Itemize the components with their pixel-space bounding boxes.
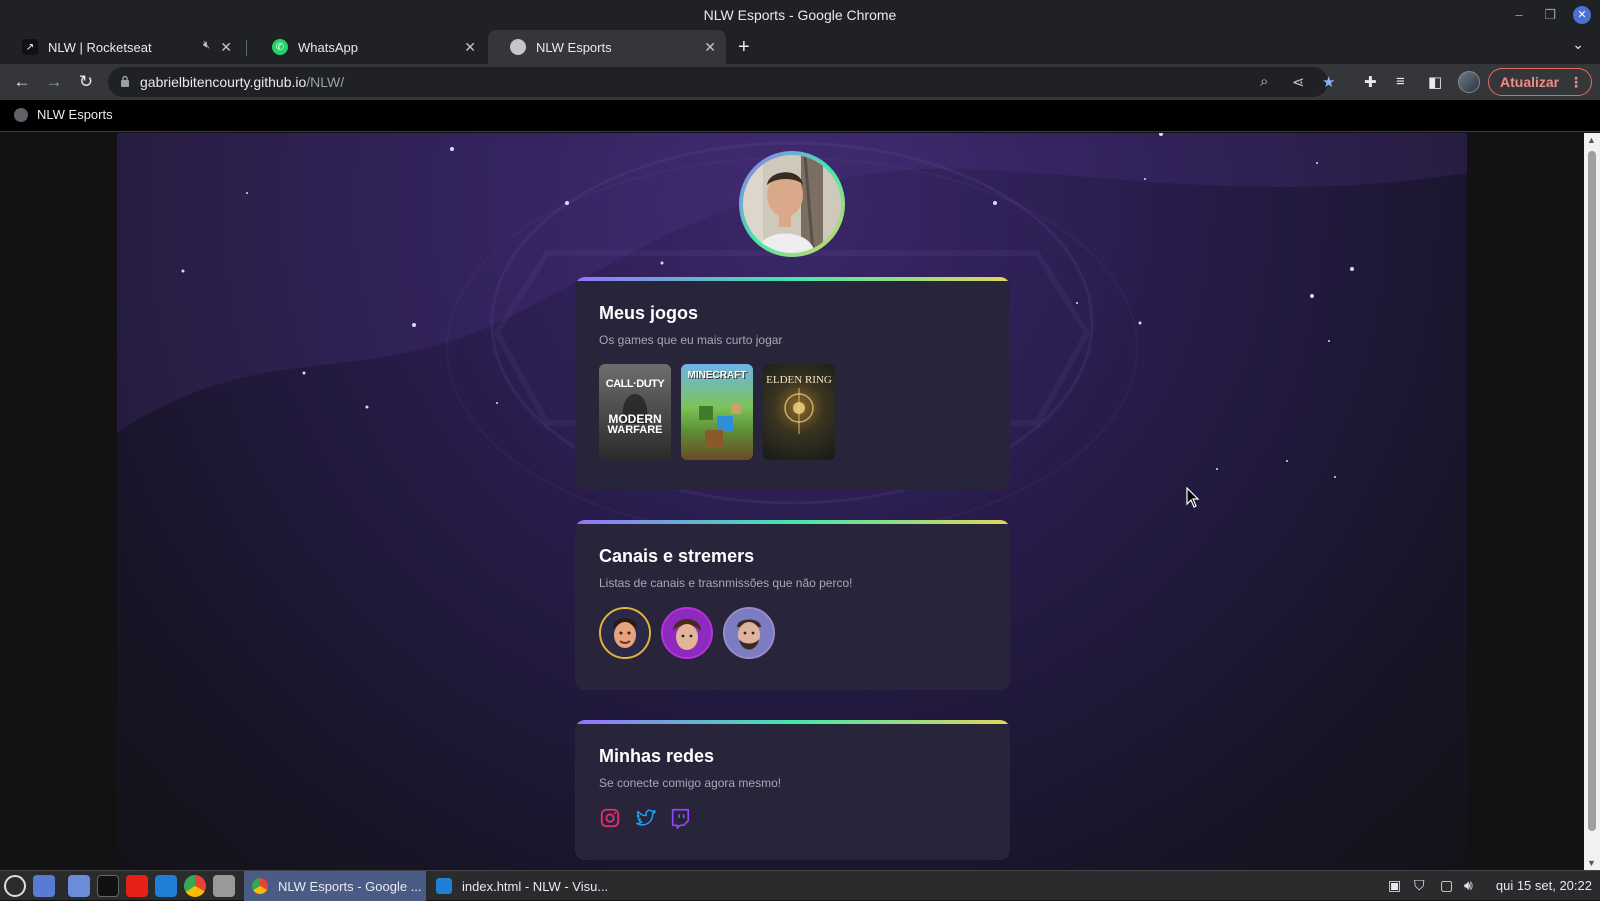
bookmark-nlw-esports[interactable]: NLW Esports: [14, 107, 113, 122]
close-window-icon[interactable]: ✕: [1573, 6, 1591, 24]
tab-whatsapp[interactable]: ✆ WhatsApp ✕: [250, 30, 486, 64]
menu-dots-icon[interactable]: ⋮: [1569, 69, 1583, 95]
elden-ring-glow-art: [784, 388, 814, 434]
network-icon[interactable]: ▢: [1440, 877, 1453, 894]
address-bar[interactable]: gabrielbitencourty.github.io/NLW/ ⌕ ⋖ ★: [108, 67, 1335, 97]
speaker-muted-icon[interactable]: 🔇︎: [203, 39, 210, 52]
window-title: NLW Esports - Google Chrome: [703, 7, 897, 23]
streamer-avatar-1[interactable]: [599, 607, 651, 659]
taskbar-window-vscode[interactable]: index.html - NLW - Visu...: [428, 871, 618, 901]
window-title-bar: NLW Esports - Google Chrome – ❐ ✕: [0, 0, 1600, 30]
side-panel-icon[interactable]: ◧: [1428, 73, 1442, 91]
menu-launcher-icon[interactable]: [4, 875, 26, 897]
close-tab-icon[interactable]: ✕: [220, 39, 232, 56]
file-manager-icon[interactable]: [68, 875, 90, 897]
socials-card-subtitle: Se conecte comigo agora mesmo!: [599, 776, 782, 790]
show-desktop-icon[interactable]: [33, 875, 55, 897]
url-text[interactable]: gabrielbitencourty.github.io/NLW/: [140, 74, 344, 90]
page-scrollbar[interactable]: ▲ ▼: [1584, 133, 1600, 870]
minimize-icon[interactable]: –: [1510, 6, 1528, 24]
forward-arrow-icon[interactable]: →: [44, 72, 64, 92]
bookmarks-bar: NLW Esports: [0, 100, 1600, 132]
game-cover-minecraft[interactable]: MINECRAFT: [681, 364, 753, 460]
streamers-card-title: Canais e stremers: [599, 546, 755, 566]
clock[interactable]: qui 15 set, 20:22: [1496, 878, 1592, 893]
globe-favicon-icon: [510, 39, 526, 55]
clipboard-icon[interactable]: ▣: [1388, 877, 1401, 894]
games-card: Meus jogos Os games que eu mais curto jo…: [575, 277, 1010, 490]
youtube-icon[interactable]: [126, 875, 148, 897]
volume-icon[interactable]: 🔊︎: [1464, 877, 1473, 894]
tab-label: NLW | Rocketseat: [48, 39, 152, 55]
socials-card-title: Minhas redes: [599, 746, 715, 766]
games-card-subtitle: Os games que eu mais curto jogar: [599, 333, 783, 347]
chrome-icon: [252, 878, 268, 894]
twitch-icon[interactable]: [669, 807, 691, 829]
tab-strip: ↗ NLW | Rocketseat 🔇︎ ✕ ✆ WhatsApp ✕ NLW…: [0, 30, 1600, 64]
tab-nlw-esports[interactable]: NLW Esports ✕: [488, 30, 726, 64]
streamers-card-subtitle: Listas de canais e trasnmissões que não …: [599, 576, 853, 590]
browser-toolbar: ← → ↻ gabrielbitencourty.github.io/NLW/ …: [0, 64, 1600, 100]
mouse-cursor-icon: [1186, 487, 1200, 508]
tab-separator: [246, 40, 247, 56]
vscode-icon: [436, 878, 452, 894]
streamer-avatar-3[interactable]: [723, 607, 775, 659]
globe-icon: [14, 107, 28, 122]
trash-icon[interactable]: [213, 875, 235, 897]
tab-rocketseat[interactable]: ↗ NLW | Rocketseat 🔇︎ ✕: [0, 30, 242, 64]
games-card-title: Meus jogos: [599, 303, 699, 323]
profile-avatar[interactable]: [1458, 71, 1480, 93]
new-tab-plus-icon[interactable]: +: [738, 36, 750, 59]
media-queue-icon[interactable]: ≡: [1396, 73, 1405, 90]
close-tab-icon[interactable]: ✕: [464, 39, 476, 56]
game-cover-call-of-duty[interactable]: CALL·DUTY MODERN WARFARE: [599, 364, 671, 460]
shield-icon[interactable]: ⛉: [1414, 877, 1425, 894]
back-arrow-icon[interactable]: ←: [12, 72, 32, 92]
terminal-icon[interactable]: [97, 875, 119, 897]
share-icon[interactable]: ⋖: [1292, 73, 1305, 91]
twitter-icon[interactable]: [635, 807, 657, 829]
streamer-avatar-2[interactable]: [661, 607, 713, 659]
game-cover-elden-ring[interactable]: ELDEN RING: [763, 364, 835, 460]
os-taskbar: NLW Esports - Google ... index.html - NL…: [0, 870, 1600, 901]
zoom-icon[interactable]: ⌕: [1260, 73, 1268, 90]
streamers-card: Canais e stremers Listas de canais e tra…: [575, 520, 1010, 690]
scroll-down-arrow-icon[interactable]: ▼: [1587, 858, 1596, 868]
reload-icon[interactable]: ↻: [76, 72, 96, 92]
tab-label: NLW Esports: [536, 39, 612, 55]
scroll-up-arrow-icon[interactable]: ▲: [1587, 135, 1596, 145]
profile-photo: [739, 151, 845, 257]
maximize-icon[interactable]: ❐: [1541, 6, 1559, 24]
rocketseat-favicon-icon: ↗: [22, 39, 38, 55]
tab-search-chevron-icon[interactable]: ⌄: [1572, 36, 1584, 53]
socials-card: Minhas redes Se conecte comigo agora mes…: [575, 720, 1010, 860]
chrome-icon[interactable]: [184, 875, 206, 897]
scrollbar-thumb[interactable]: [1588, 151, 1596, 831]
close-tab-icon[interactable]: ✕: [704, 39, 716, 56]
instagram-icon[interactable]: [599, 807, 621, 829]
profile-photo-image: [743, 155, 841, 253]
extensions-puzzle-icon[interactable]: ✚: [1364, 73, 1377, 91]
lock-icon: [121, 75, 129, 87]
update-chrome-button[interactable]: Atualizar ⋮: [1488, 68, 1592, 96]
vscode-icon[interactable]: [155, 875, 177, 897]
tab-label: WhatsApp: [298, 39, 358, 55]
minecraft-blocks-art: [699, 404, 741, 448]
taskbar-window-chrome[interactable]: NLW Esports - Google ...: [244, 871, 426, 901]
whatsapp-favicon-icon: ✆: [272, 39, 288, 55]
bookmark-star-icon[interactable]: ★: [1322, 73, 1335, 91]
